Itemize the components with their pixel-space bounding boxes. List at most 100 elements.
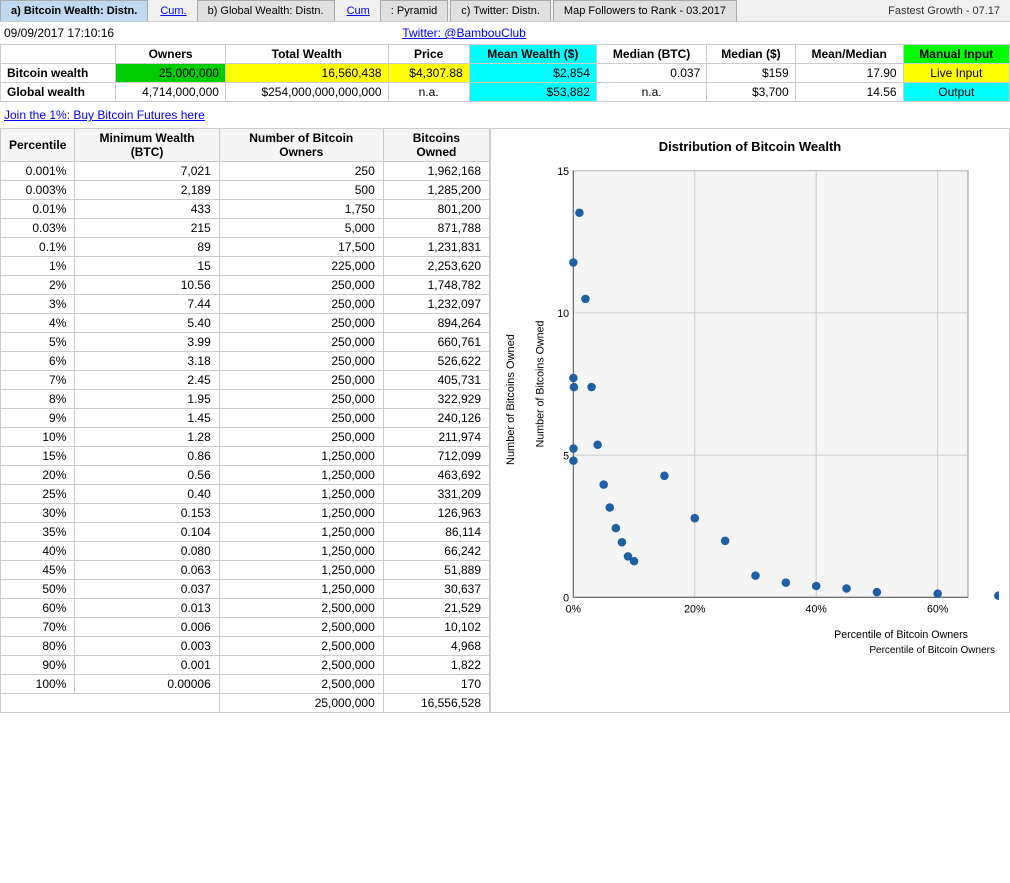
table-row: 60%0.0132,500,00021,529	[1, 599, 490, 618]
table-row: 80%0.0032,500,0004,968	[1, 637, 490, 656]
col-mean-wealth: Mean Wealth ($)	[469, 45, 596, 64]
bitcoin-row-label: Bitcoin wealth	[1, 64, 116, 83]
global-mean-wealth: $53,882	[469, 83, 596, 102]
bitcoin-median-usd: $159	[707, 64, 795, 83]
col-median-usd: Median ($)	[707, 45, 795, 64]
table-row: 0.1%8917,5001,231,831	[1, 238, 490, 257]
table-row: 0.001%7,0212501,962,168	[1, 162, 490, 181]
join-link-row: Join the 1%: Buy Bitcoin Futures here	[0, 102, 1010, 128]
twitter-link[interactable]: Twitter: @BambouClub	[402, 26, 526, 40]
stats-table: Owners Total Wealth Price Mean Wealth ($…	[0, 44, 1010, 102]
chart-data-point	[751, 571, 760, 580]
tab-cum1[interactable]: Cum.	[150, 1, 196, 21]
table-row: 0.03%2155,000871,788	[1, 219, 490, 238]
svg-text:10: 10	[557, 308, 569, 320]
table-row: 45%0.0631,250,00051,889	[1, 561, 490, 580]
col-total-wealth: Total Wealth	[225, 45, 388, 64]
tab-pyramid[interactable]: : Pyramid	[380, 0, 448, 21]
table-row: 30%0.1531,250,000126,963	[1, 504, 490, 523]
table-row: 9%1.45250,000240,126	[1, 409, 490, 428]
svg-text:0%: 0%	[566, 603, 582, 615]
table-row: 7%2.45250,000405,731	[1, 371, 490, 390]
chart-data-point	[994, 591, 999, 600]
x-axis-label: Percentile of Bitcoin Owners	[521, 645, 999, 656]
fastest-growth-label: Fastest Growth - 07.17	[878, 1, 1010, 21]
table-row: 10%1.28250,000211,974	[1, 428, 490, 447]
table-row: 0.01%4331,750801,200	[1, 200, 490, 219]
svg-text:40%: 40%	[806, 603, 828, 615]
chart-data-point	[569, 258, 578, 267]
svg-text:60%: 60%	[927, 603, 949, 615]
bitcoin-live-input: Live Input	[903, 64, 1009, 83]
chart-data-point	[570, 383, 579, 392]
chart-data-point	[569, 444, 578, 453]
table-row: 90%0.0012,500,0001,822	[1, 656, 490, 675]
tab-twitter-distn[interactable]: c) Twitter: Distn.	[450, 0, 551, 21]
chart-svg: 0510150%20%40%60%Percentile of Bitcoin O…	[521, 160, 999, 640]
svg-text:5: 5	[563, 450, 569, 462]
join-link[interactable]: Join the 1%: Buy Bitcoin Futures here	[4, 108, 205, 122]
table-row: 5%3.99250,000660,761	[1, 333, 490, 352]
col-btc-owned: Bitcoins Owned	[383, 129, 489, 162]
chart-data-point	[575, 208, 584, 217]
chart-title: Distribution of Bitcoin Wealth	[501, 139, 999, 154]
bitcoin-owners: 25,000,000	[116, 64, 226, 83]
chart-data-point	[933, 589, 942, 598]
bitcoin-price: $4,307.88	[388, 64, 469, 83]
table-row: 40%0.0801,250,00066,242	[1, 542, 490, 561]
chart-data-point	[599, 480, 608, 489]
svg-text:Percentile of Bitcoin Owners: Percentile of Bitcoin Owners	[834, 629, 968, 640]
table-row: 25%0.401,250,000331,209	[1, 485, 490, 504]
chart-data-point	[605, 503, 614, 512]
global-mean-median: 14.56	[795, 83, 903, 102]
table-row: 100%0.000062,500,000170	[1, 675, 490, 694]
bitcoin-mean-median: 17.90	[795, 64, 903, 83]
table-row: 8%1.95250,000322,929	[1, 390, 490, 409]
global-median-btc: n.a.	[596, 83, 706, 102]
svg-text:20%: 20%	[684, 603, 706, 615]
global-output: Output	[903, 83, 1009, 102]
table-row: 50%0.0371,250,00030,637	[1, 580, 490, 599]
content-area: Percentile Minimum Wealth (BTC) Number o…	[0, 128, 1010, 713]
table-row: 20%0.561,250,000463,692	[1, 466, 490, 485]
tab-cum2[interactable]: Cum	[337, 1, 380, 21]
chart-data-point	[630, 557, 639, 566]
total-owners: 25,000,000	[219, 694, 383, 713]
col-owners: Owners	[116, 45, 226, 64]
chart-data-point	[842, 584, 851, 593]
tab-global-distn[interactable]: b) Global Wealth: Distn.	[197, 0, 335, 21]
chart-data-point	[593, 440, 602, 449]
svg-text:Number of Bitcoins Owned: Number of Bitcoins Owned	[534, 321, 546, 448]
tab-bitcoin-distn[interactable]: a) Bitcoin Wealth: Distn.	[0, 0, 148, 21]
col-median-btc: Median (BTC)	[596, 45, 706, 64]
table-row: 0.003%2,1895001,285,200	[1, 181, 490, 200]
table-row: 6%3.18250,000526,622	[1, 352, 490, 371]
table-row: 2%10.56250,0001,748,782	[1, 276, 490, 295]
table-row: 35%0.1041,250,00086,114	[1, 523, 490, 542]
bitcoin-mean-wealth: $2,854	[469, 64, 596, 83]
table-row: 1%15225,0002,253,620	[1, 257, 490, 276]
chart-data-point	[660, 472, 669, 481]
total-btc: 16,556,528	[383, 694, 489, 713]
chart-data-point	[569, 456, 578, 465]
global-price: n.a.	[388, 83, 469, 102]
chart-data-point	[612, 524, 621, 533]
table-row: 15%0.861,250,000712,099	[1, 447, 490, 466]
chart-area: Distribution of Bitcoin Wealth Number of…	[490, 128, 1010, 713]
table-row: 4%5.40250,000894,264	[1, 314, 490, 333]
col-num-owners: Number of Bitcoin Owners	[219, 129, 383, 162]
tab-bar: a) Bitcoin Wealth: Distn. Cum. b) Global…	[0, 0, 1010, 22]
bitcoin-median-btc: 0.037	[596, 64, 706, 83]
global-median-usd: $3,700	[707, 83, 795, 102]
timestamp: 09/09/2017 17:10:16	[0, 24, 118, 42]
global-row-label: Global wealth	[1, 83, 116, 102]
col-mean-median: Mean/Median	[795, 45, 903, 64]
global-total-wealth: $254,000,000,000,000	[225, 83, 388, 102]
chart-data-point	[569, 374, 578, 383]
chart-data-point	[782, 578, 791, 587]
tab-map-followers[interactable]: Map Followers to Rank - 03.2017	[553, 0, 737, 21]
bitcoin-total-wealth: 16,560,438	[225, 64, 388, 83]
table-row: 70%0.0062,500,00010,102	[1, 618, 490, 637]
y-axis-label: Number of Bitcoins Owned	[501, 160, 521, 640]
chart-data-point	[812, 582, 821, 591]
